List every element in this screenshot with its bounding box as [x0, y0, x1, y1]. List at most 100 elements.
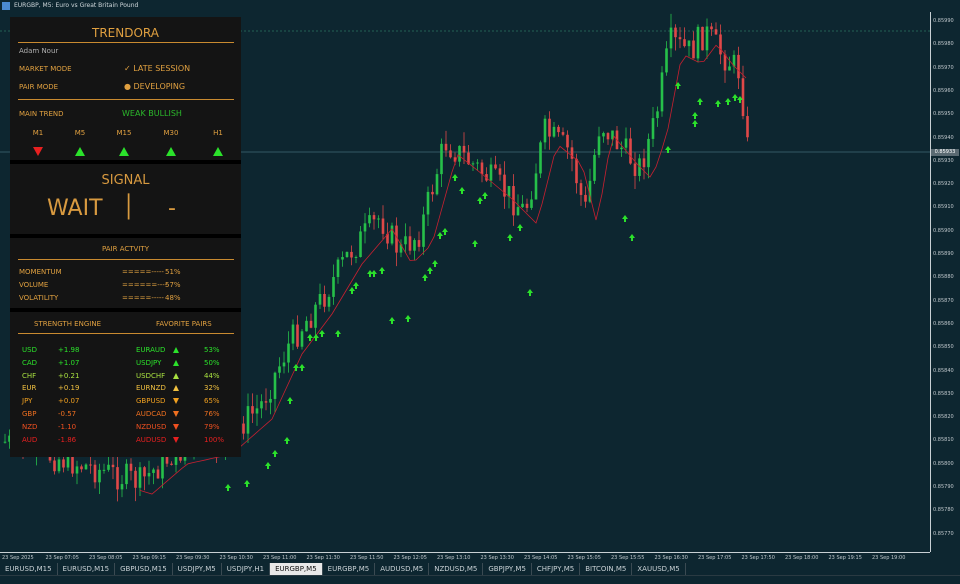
candle-body: [746, 116, 749, 138]
price-label: 0.85920: [933, 181, 954, 188]
candle-body: [251, 406, 254, 414]
price-label: 0.85800: [933, 460, 954, 467]
price-label: 0.85890: [933, 251, 954, 257]
favorite-pair[interactable]: AUDUSD: [136, 436, 166, 444]
candle-body: [737, 54, 740, 79]
favorite-pair[interactable]: USDCHF: [136, 372, 165, 380]
favorite-percent: 44%: [204, 371, 220, 380]
candle-body: [696, 26, 700, 59]
candle-body: [350, 251, 353, 258]
candle-body: [273, 372, 277, 399]
buy-arrow-icon: [692, 120, 698, 127]
buy-arrow-icon: [437, 232, 443, 239]
arrow-up-icon: [166, 147, 176, 156]
price-label: 0.85970: [933, 64, 954, 71]
candle-body: [444, 143, 448, 151]
pair-mode-value: ● DEVELOPING: [124, 82, 186, 91]
time-label: 23 Sep 18:00: [785, 555, 819, 561]
candle-body: [345, 251, 349, 258]
timeframe-label: M5: [74, 129, 86, 137]
chart-tab[interactable]: EURUSD,M15: [0, 563, 58, 575]
candle-body: [471, 163, 475, 165]
arrow-down-icon: [173, 411, 179, 417]
chart-tab[interactable]: AUDUSD,M5: [375, 563, 430, 575]
chart-tab[interactable]: EURGBP,M5: [270, 563, 323, 575]
candle-body: [102, 469, 106, 471]
window-titlebar: EURGBP, M5: Euro vs Great Britain Pound: [0, 0, 960, 12]
candle-body: [642, 158, 646, 168]
candle-body: [705, 26, 709, 51]
activity-label: VOLUME: [19, 281, 49, 289]
favorite-pair[interactable]: EURNZD: [136, 384, 166, 392]
buy-arrow-icon: [405, 315, 411, 322]
favorite-pair[interactable]: AUDCAD: [136, 410, 166, 418]
price-label: 0.85980: [933, 41, 954, 48]
candle-body: [656, 111, 659, 119]
price-label: 0.85840: [933, 367, 954, 374]
chart-tab[interactable]: BITCOIN,M5: [580, 563, 633, 575]
favorite-pair[interactable]: GBPUSD: [136, 397, 165, 405]
chart-tab[interactable]: EURUSD,M15: [58, 563, 116, 575]
time-label: 23 Sep 17:05: [698, 555, 732, 561]
chart-tab[interactable]: USDJPY,H1: [222, 563, 271, 575]
candle-body: [80, 466, 83, 470]
candle-body: [269, 398, 272, 403]
chart-tab[interactable]: EURGBP,M5: [323, 563, 376, 575]
price-axis[interactable]: 0.85990 0.85980 0.85970 0.85960 0.85950 0.859…: [930, 12, 960, 552]
candle-body: [125, 463, 128, 485]
candle-body: [147, 472, 151, 477]
price-label: 0.85810: [933, 437, 954, 444]
time-axis[interactable]: 23 Sep 2025 23 Sep 07:05 23 Sep 08:05 23 Se…: [0, 552, 930, 563]
candle-body: [561, 132, 565, 135]
candle-body: [539, 142, 542, 174]
candle-body: [300, 331, 304, 347]
arrow-down-icon: [173, 398, 179, 405]
candle-body: [548, 118, 551, 137]
buy-arrow-icon: [293, 364, 299, 371]
chart-tab[interactable]: GBPJPY,M5: [483, 563, 532, 575]
candle-body: [341, 257, 344, 260]
chart-tab[interactable]: XAUUSD,M5: [632, 563, 686, 575]
buy-arrow-icon: [335, 330, 341, 337]
buy-arrow-icon: [482, 192, 488, 199]
favorite-percent: 79%: [204, 422, 220, 431]
candle-body: [521, 203, 524, 208]
candle-body: [111, 464, 115, 468]
favorite-pair[interactable]: USDJPY: [136, 359, 161, 367]
arrow-up-icon: [75, 147, 85, 156]
candle-body: [242, 423, 245, 434]
candle-body: [143, 467, 146, 477]
time-label: 23 Sep 15:05: [567, 555, 601, 561]
favorite-pair[interactable]: EURAUD: [136, 346, 165, 354]
candle-body: [372, 215, 376, 220]
time-label: 23 Sep 14:05: [524, 555, 558, 561]
currency-code: NZD: [22, 422, 38, 431]
candle-body: [602, 133, 605, 137]
chart-tab[interactable]: CHFJPY,M5: [532, 563, 581, 575]
candle-body: [552, 126, 556, 137]
favorite-percent: 65%: [204, 397, 220, 406]
signal-separator: │: [122, 195, 136, 220]
price-label: 0.85950: [933, 111, 954, 118]
chart-tab[interactable]: GBPUSD,M15: [115, 563, 173, 575]
candle-body: [701, 26, 704, 51]
candle-body: [723, 54, 727, 71]
buy-arrow-icon: [477, 197, 483, 204]
arrow-down-icon: [173, 423, 179, 430]
chart-tab[interactable]: NZDUSD,M5: [429, 563, 484, 575]
candle-body: [89, 464, 92, 466]
candle-body: [404, 236, 407, 245]
candle-body: [597, 136, 601, 155]
candle-body: [660, 72, 664, 112]
arrow-down-icon: [33, 147, 43, 156]
candle-body: [327, 296, 331, 307]
candle-body: [323, 293, 326, 307]
candle-body: [255, 408, 259, 414]
divider: [18, 99, 234, 100]
arrow-up-icon: [213, 147, 223, 156]
arrow-up-icon: [173, 372, 179, 379]
chart-tab[interactable]: USDJPY,M5: [173, 563, 222, 575]
favorite-pair[interactable]: NZDUSD: [136, 423, 166, 431]
favorite-percent: 50%: [204, 358, 220, 367]
activity-title: PAIR ACTVITY: [102, 245, 149, 253]
